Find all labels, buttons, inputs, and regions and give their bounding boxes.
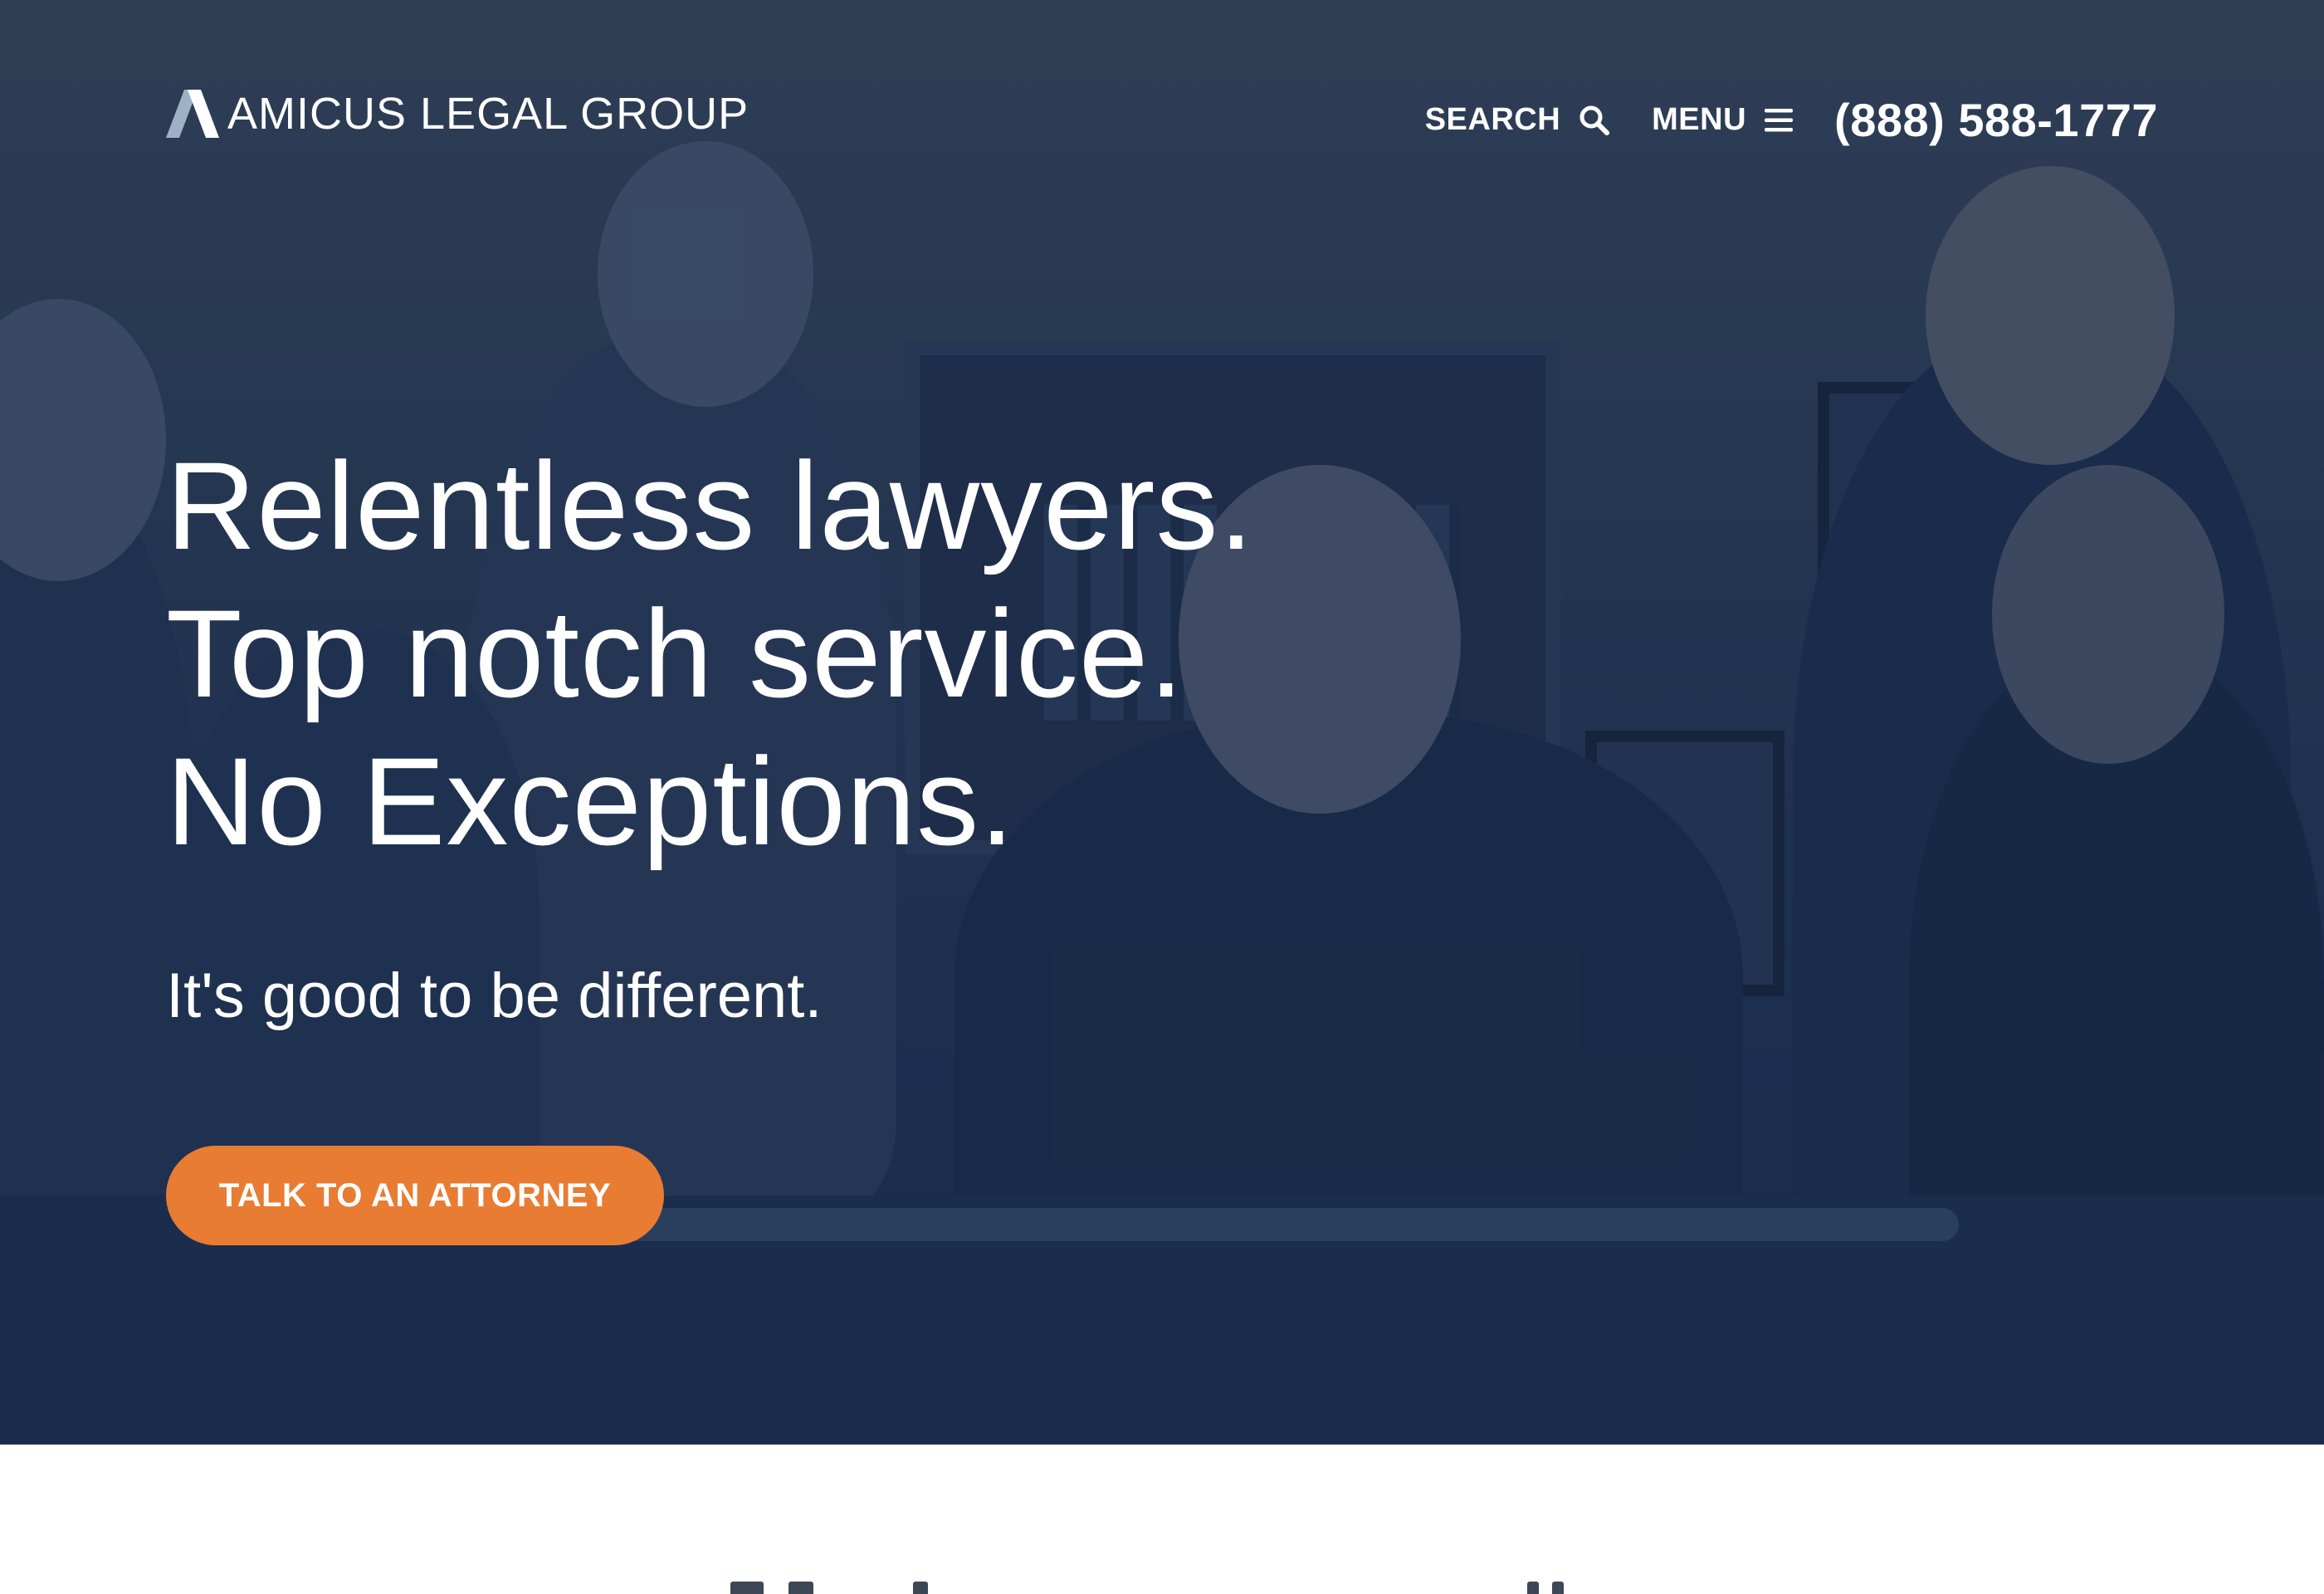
header-nav: SEARCH MENU (888) 588-1777 — [1425, 93, 2158, 147]
phone-link[interactable]: (888) 588-1777 — [1834, 93, 2158, 147]
logo-icon — [166, 90, 219, 138]
brand-logo[interactable]: AMICUS LEGAL GROUP — [166, 90, 749, 138]
headline-line-3: No Exceptions. — [166, 731, 1015, 871]
brand-name: AMICUS LEGAL GROUP — [227, 89, 749, 139]
search-button[interactable]: SEARCH — [1425, 102, 1610, 138]
hero-headline: Relentless lawyers. Top notch service. N… — [166, 432, 1254, 875]
hero-subheadline: It's good to be different. — [166, 961, 823, 1031]
search-icon — [1579, 105, 1610, 135]
headline-line-2: Top notch service. — [166, 584, 1184, 723]
menu-button[interactable]: MENU — [1652, 102, 1794, 138]
hero-section: AMICUS LEGAL GROUP SEARCH MENU (888) 588… — [0, 0, 2324, 1445]
menu-label: MENU — [1652, 102, 1747, 137]
hamburger-menu-icon — [1765, 108, 1794, 131]
page: AMICUS LEGAL GROUP SEARCH MENU (888) 588… — [0, 0, 2324, 1594]
search-label: SEARCH — [1424, 102, 1561, 137]
site-header: AMICUS LEGAL GROUP SEARCH MENU (888) 588… — [0, 0, 2324, 166]
next-section-heading-clipped — [714, 1582, 1577, 1594]
headline-line-1: Relentless lawyers. — [166, 436, 1255, 575]
next-section — [0, 1445, 2324, 1594]
talk-to-attorney-button[interactable]: TALK TO AN ATTORNEY — [166, 1146, 664, 1245]
